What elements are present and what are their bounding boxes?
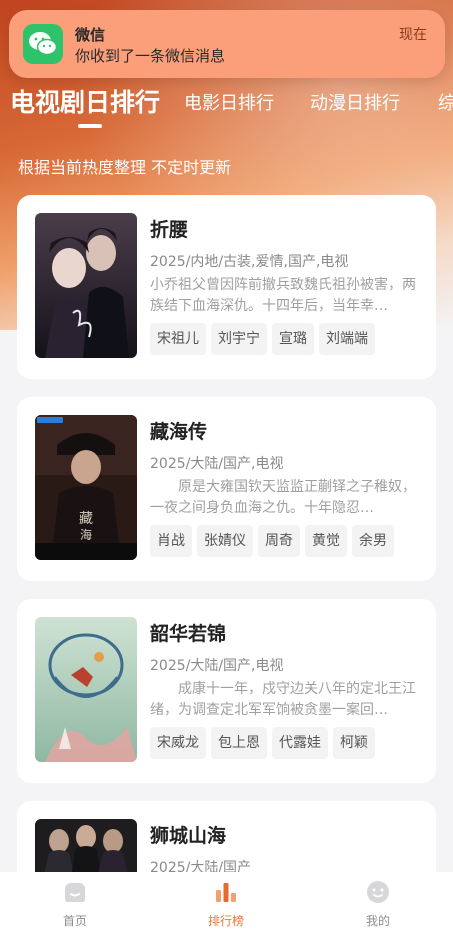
cast-chip[interactable]: 黄觉 bbox=[305, 525, 347, 557]
nav-profile-label: 我的 bbox=[365, 914, 390, 928]
cast-chip[interactable]: 肖战 bbox=[150, 525, 192, 557]
poster-image: 藏 海 bbox=[35, 415, 137, 560]
notification-app-name: 微信 bbox=[75, 26, 106, 44]
cast-chip[interactable]: 余男 bbox=[352, 525, 394, 557]
drama-meta: 2025/大陆/国产,电视 bbox=[150, 456, 284, 472]
cast-chip[interactable]: 宋威龙 bbox=[150, 727, 206, 759]
cast-chip[interactable]: 代露娃 bbox=[272, 727, 328, 759]
drama-title: 藏海传 bbox=[150, 421, 208, 443]
drama-card[interactable]: 折腰 2025/内地/古装,爱情,国产,电视 小乔祖父曾因阵前撤兵致魏氏祖孙被害… bbox=[17, 195, 436, 379]
bottom-navigation: 首页 排行榜 我的 bbox=[0, 872, 453, 940]
drama-card[interactable]: 韶华若锦 2025/大陆/国产,电视 成康十一年，戍守边关八年的定北王江绪，为调… bbox=[17, 599, 436, 783]
home-icon bbox=[65, 883, 85, 902]
nav-ranking[interactable]: 排行榜 bbox=[176, 880, 276, 929]
svg-text:海: 海 bbox=[80, 527, 92, 542]
nav-home[interactable]: 首页 bbox=[25, 880, 125, 929]
tab-anime-daily[interactable]: 动漫日排行 bbox=[310, 89, 400, 115]
ranking-tabs: 电视剧日排行 电影日排行 动漫日排行 综 bbox=[0, 80, 453, 132]
tab-variety-daily[interactable]: 综 bbox=[438, 89, 453, 115]
drama-description: 原是大雍国钦天监监正蒯铎之子稚奴，一夜之间身负血海之仇。十年隐忍… bbox=[150, 479, 416, 516]
drama-description: 小乔祖父曾因阵前撤兵致魏氏祖孙被害，两族结下血海深仇。十四年后，当年幸… bbox=[150, 277, 416, 314]
poster-image bbox=[35, 213, 137, 358]
cast-chip[interactable]: 张婧仪 bbox=[197, 525, 253, 557]
cast-list: 肖战 张婧仪 周奇 黄觉 余男 bbox=[150, 525, 399, 557]
nav-ranking-label: 排行榜 bbox=[207, 914, 244, 928]
wechat-notification[interactable]: 微信 你收到了一条微信消息 现在 bbox=[9, 10, 445, 78]
svg-text:藏: 藏 bbox=[79, 511, 93, 527]
cast-chip[interactable]: 周奇 bbox=[258, 525, 300, 557]
tab-movie-daily[interactable]: 电影日排行 bbox=[184, 89, 274, 115]
cast-chip[interactable]: 柯颖 bbox=[333, 727, 375, 759]
drama-meta: 2025/内地/古装,爱情,国产,电视 bbox=[150, 254, 349, 270]
drama-meta: 2025/大陆/国产,电视 bbox=[150, 658, 284, 674]
cast-chip[interactable]: 刘端端 bbox=[319, 323, 375, 355]
notification-message: 你收到了一条微信消息 bbox=[75, 47, 226, 65]
cast-list: 宋威龙 包上恩 代露娃 柯颖 bbox=[150, 727, 380, 759]
nav-profile[interactable]: 我的 bbox=[328, 880, 428, 929]
drama-title: 韶华若锦 bbox=[150, 623, 227, 645]
cast-chip[interactable]: 宣璐 bbox=[272, 323, 314, 355]
drama-card[interactable]: 藏 海 藏海传 2025/大陆/国产,电视 原是大雍国钦天监监正蒯铎之子稚奴，一… bbox=[17, 397, 436, 581]
profile-icon bbox=[367, 881, 389, 903]
wechat-icon bbox=[23, 24, 63, 64]
cast-chip[interactable]: 包上恩 bbox=[211, 727, 267, 759]
notification-time: 现在 bbox=[399, 27, 427, 43]
drama-title: 狮城山海 bbox=[150, 825, 227, 847]
active-tab-indicator bbox=[78, 124, 102, 128]
drama-description: 成康十一年，戍守边关八年的定北王江绪，为调查定北军军饷被贪墨一案回… bbox=[150, 681, 416, 718]
ranking-subtitle: 根据当前热度整理 不定时更新 bbox=[18, 158, 232, 177]
poster-image bbox=[35, 617, 137, 762]
cast-list: 宋祖儿 刘宇宁 宣璐 刘端端 bbox=[150, 323, 380, 355]
tab-tv-daily[interactable]: 电视剧日排行 bbox=[10, 83, 160, 119]
drama-title: 折腰 bbox=[150, 219, 189, 241]
nav-home-label: 首页 bbox=[62, 914, 87, 928]
ranking-icon bbox=[216, 883, 236, 902]
cast-chip[interactable]: 刘宇宁 bbox=[211, 323, 267, 355]
cast-chip[interactable]: 宋祖儿 bbox=[150, 323, 206, 355]
